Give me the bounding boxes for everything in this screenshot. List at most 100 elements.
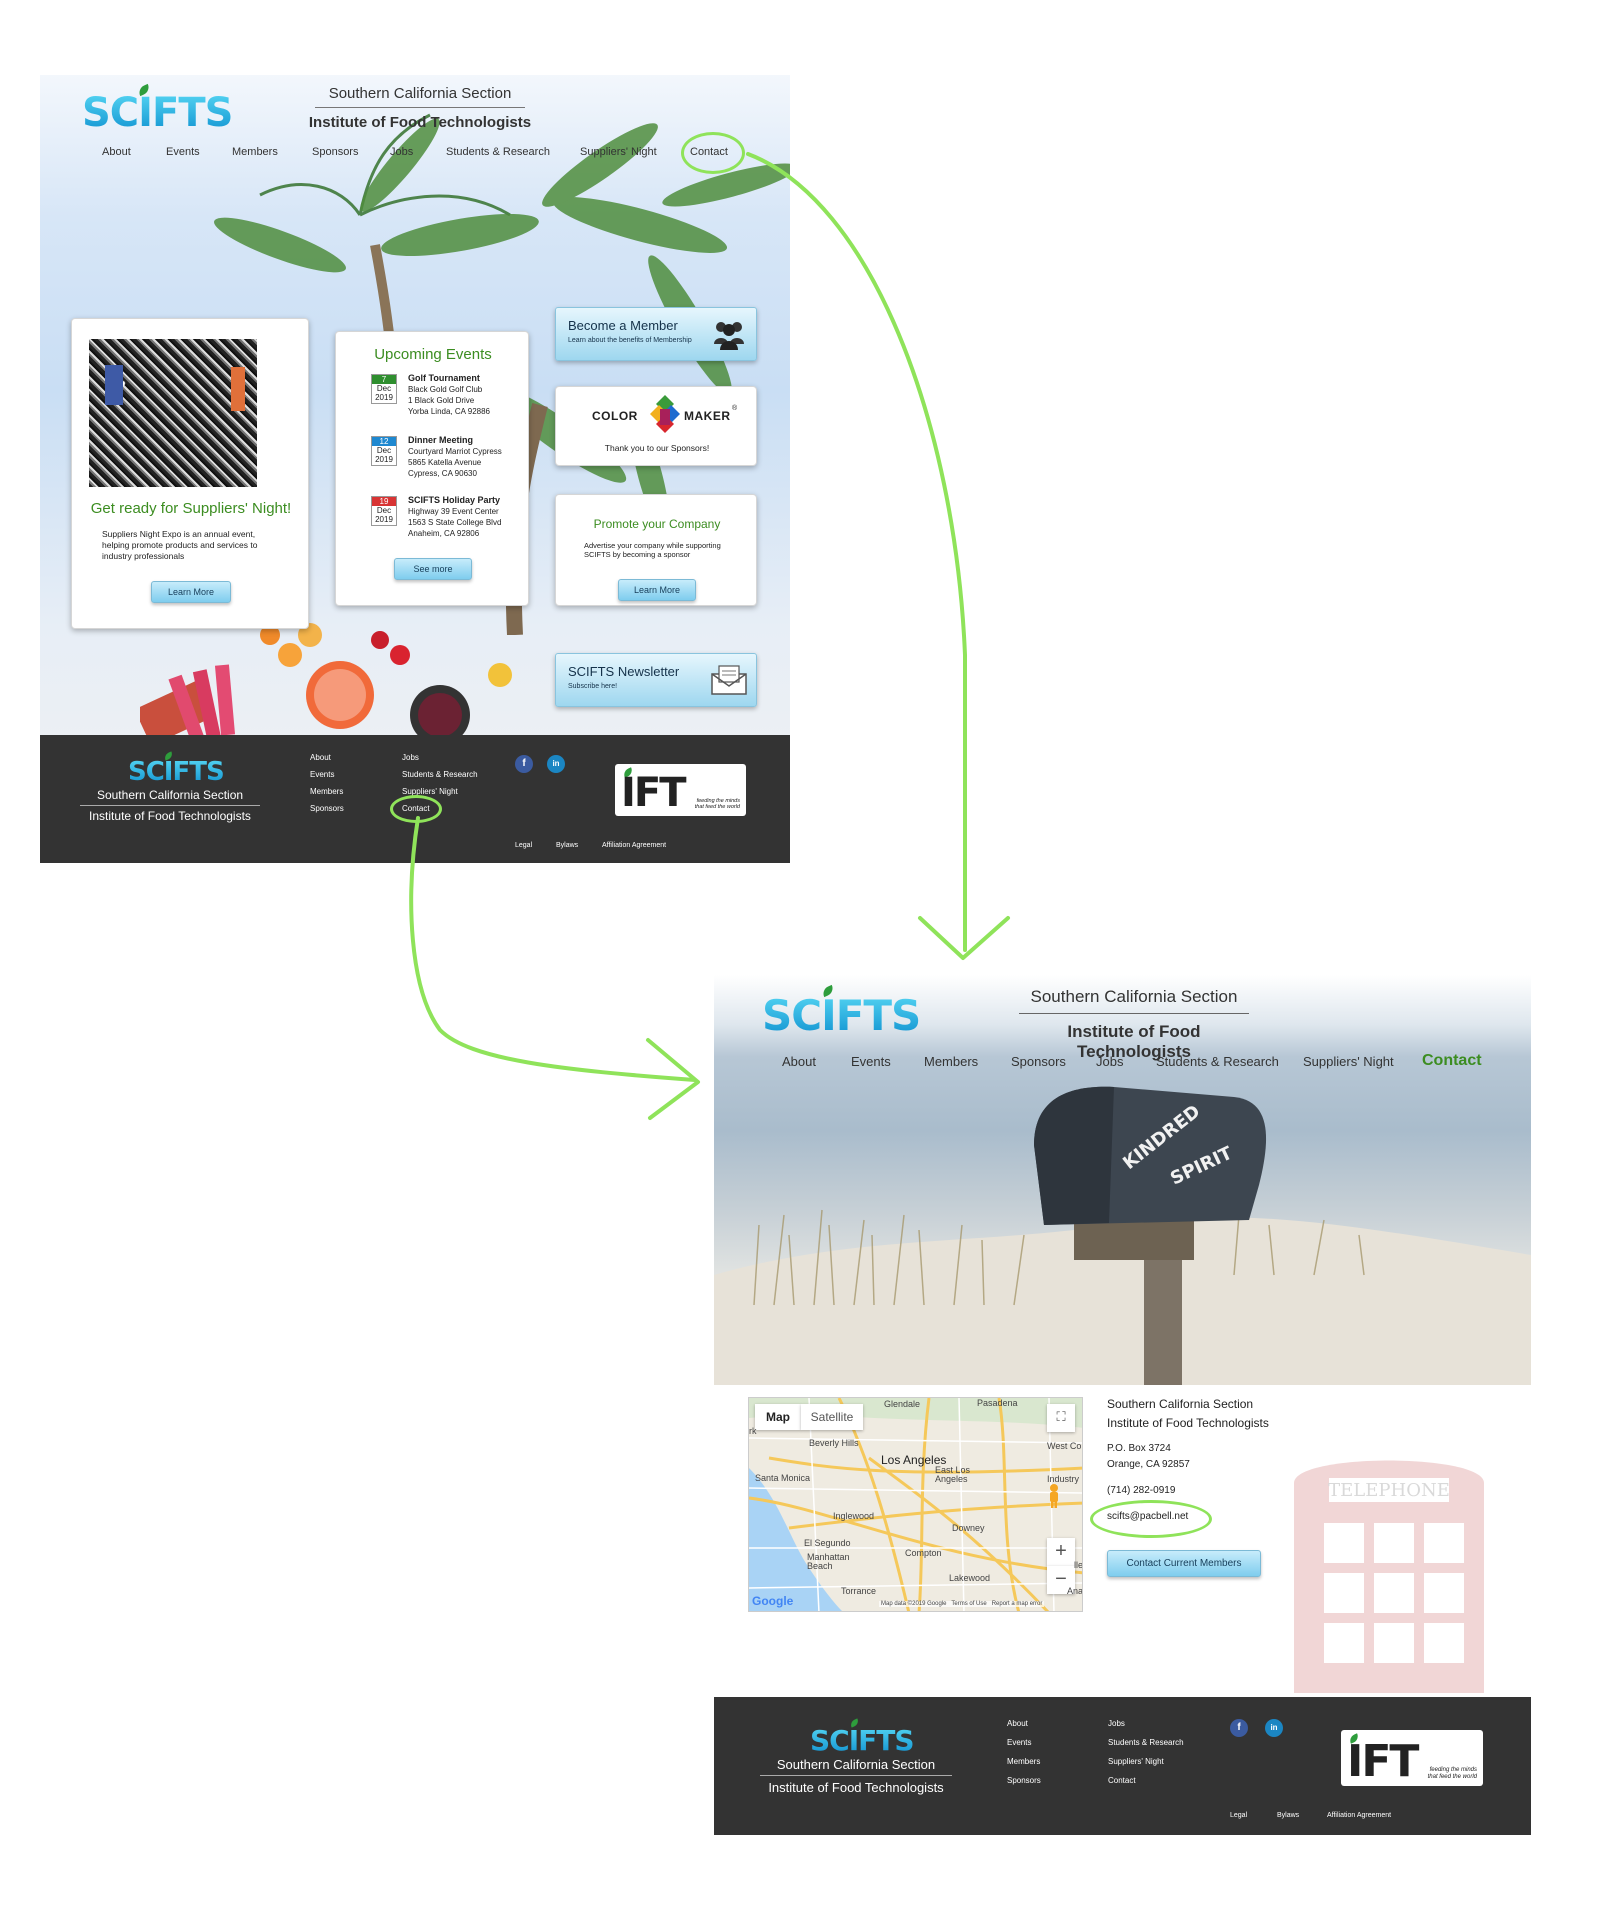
envelope-icon: [711, 665, 747, 695]
footer-link-events[interactable]: Events: [1007, 1738, 1031, 1747]
events-heading: Upcoming Events: [374, 346, 492, 363]
footer-section-name: Southern California Section: [80, 788, 260, 806]
footer-link-students-research[interactable]: Students & Research: [402, 770, 478, 779]
footer-link-jobs[interactable]: Jobs: [402, 753, 419, 762]
map-label: Lakewood: [949, 1573, 991, 1583]
facebook-icon[interactable]: f: [515, 755, 533, 773]
footer-bylaws-link[interactable]: Bylaws: [556, 842, 578, 849]
nav-about[interactable]: About: [102, 146, 131, 158]
become-member-button[interactable]: Become a Member Learn about the benefits…: [555, 307, 757, 361]
footer-link-sponsors[interactable]: Sponsors: [1007, 1776, 1041, 1785]
footer-link-events[interactable]: Events: [310, 770, 334, 779]
home-page-screenshot: SCIFTS Southern California Section Insti…: [40, 75, 790, 863]
nav-jobs[interactable]: Jobs: [390, 146, 413, 158]
suppliers-night-card: Get ready for Suppliers' Night! Supplier…: [71, 318, 309, 629]
contact-current-members-button[interactable]: Contact Current Members: [1107, 1550, 1261, 1577]
nav-students-research[interactable]: Students & Research: [446, 146, 550, 158]
colormaker-logo-right: MAKER: [684, 409, 731, 423]
map-label: West Co: [1047, 1441, 1082, 1451]
contact-hero: KINDRED SPIRIT SCIFTS Southern Californi…: [714, 975, 1531, 1385]
footer-link-students-research[interactable]: Students & Research: [1108, 1738, 1184, 1747]
footer-scifts-logo[interactable]: SCIFTS: [128, 751, 224, 787]
nav-members[interactable]: Members: [232, 146, 278, 158]
member-title: Become a Member: [568, 318, 678, 333]
nav-suppliers-night[interactable]: Suppliers' Night: [580, 146, 657, 158]
upcoming-events-card: Upcoming Events 7 Dec 2019 Golf Tourname…: [335, 331, 529, 606]
ift-logo[interactable]: IFT feeding the minds that feed the world: [615, 764, 746, 816]
ift-logo[interactable]: IFT feeding the minds that feed the world: [1341, 1730, 1483, 1787]
suppliers-learn-more-button[interactable]: Learn More: [151, 581, 231, 603]
footer-link-suppliers-night[interactable]: Suppliers' Night: [1108, 1757, 1164, 1766]
footer-legal-link[interactable]: Legal: [1230, 1812, 1247, 1819]
map-fullscreen-icon[interactable]: ⛶: [1047, 1404, 1075, 1432]
linkedin-icon[interactable]: in: [547, 755, 565, 773]
footer-link-jobs[interactable]: Jobs: [1108, 1719, 1125, 1728]
footer-link-sponsors[interactable]: Sponsors: [310, 804, 344, 813]
google-map[interactable]: Map Satellite ⛶ + − Glendale Pasadena Be…: [748, 1397, 1083, 1612]
footer-link-contact[interactable]: Contact: [1108, 1776, 1136, 1785]
contact-phone[interactable]: (714) 282-0919: [1107, 1483, 1327, 1499]
people-icon: [714, 322, 744, 350]
section-name: Southern California Section: [1019, 987, 1249, 1014]
nav-sponsors[interactable]: Sponsors: [1011, 1054, 1066, 1069]
map-label: rk: [749, 1426, 757, 1436]
footer-legal-link[interactable]: Legal: [515, 842, 532, 849]
colormaker-logo-left: COLOR: [592, 409, 638, 423]
map-label: Manhattan Beach: [807, 1552, 850, 1571]
map-label: Santa Monica: [755, 1473, 811, 1483]
facebook-icon[interactable]: f: [1230, 1719, 1248, 1737]
map-attribution[interactable]: Map data ©2019 Google Terms of Use Repor…: [879, 1601, 1045, 1607]
sponsor-card[interactable]: COLOR MAKER ® Thank you to our Sponsors!: [555, 386, 757, 466]
event-title: Dinner Meeting: [408, 435, 474, 445]
nav-members[interactable]: Members: [924, 1054, 978, 1069]
scifts-logo[interactable]: SCIFTS: [82, 83, 232, 136]
colormaker-logo-icon: [650, 395, 680, 433]
newsletter-subtitle: Subscribe here!: [568, 683, 618, 690]
footer-scifts-logo[interactable]: SCIFTS: [810, 1718, 914, 1757]
nav-sponsors[interactable]: Sponsors: [312, 146, 358, 158]
map-label: Ana: [1067, 1586, 1083, 1596]
map-label: Pasadena: [977, 1398, 1018, 1408]
map-tab-map[interactable]: Map: [755, 1404, 801, 1430]
contact-page-screenshot: KINDRED SPIRIT SCIFTS Southern Californi…: [714, 975, 1531, 1835]
map-tab-satellite[interactable]: Satellite: [801, 1404, 863, 1430]
footer-affiliation-link[interactable]: Affiliation Agreement: [602, 842, 666, 849]
map-zoom-in-button[interactable]: +: [1047, 1538, 1075, 1566]
map-label: El Segundo: [804, 1538, 851, 1548]
event-title: Golf Tournament: [408, 373, 480, 383]
footer-link-about[interactable]: About: [310, 753, 331, 762]
highlight-circle: [1090, 1500, 1212, 1538]
google-logo: Google: [752, 1594, 794, 1608]
events-see-more-button[interactable]: See more: [394, 558, 472, 580]
map-label: East Los Angeles: [935, 1465, 971, 1484]
newsletter-button[interactable]: SCIFTS Newsletter Subscribe here!: [555, 653, 757, 707]
footer-affiliation-link[interactable]: Affiliation Agreement: [1327, 1812, 1391, 1819]
nav-students-research[interactable]: Students & Research: [1156, 1054, 1279, 1069]
footer-link-members[interactable]: Members: [1007, 1757, 1040, 1766]
promote-learn-more-button[interactable]: Learn More: [618, 579, 696, 601]
linkedin-icon[interactable]: in: [1265, 1719, 1283, 1737]
map-label: Compton: [905, 1548, 942, 1558]
contact-section-name: Southern California Section: [1107, 1397, 1254, 1411]
footer-bylaws-link[interactable]: Bylaws: [1277, 1812, 1299, 1819]
map-label: lle: [1074, 1560, 1083, 1570]
event-title: SCIFTS Holiday Party: [408, 495, 501, 505]
fruit-image: [140, 623, 512, 735]
nav-suppliers-night[interactable]: Suppliers' Night: [1303, 1054, 1394, 1069]
ift-tagline: feeding the minds that feed the world: [1427, 1767, 1477, 1780]
pegman-icon[interactable]: [1045, 1483, 1063, 1509]
nav-contact[interactable]: Contact: [1422, 1052, 1482, 1070]
booth-sign-text: TELEPHONE: [1328, 1480, 1450, 1501]
map-label: Beverly Hills: [809, 1438, 859, 1448]
nav-events[interactable]: Events: [851, 1054, 891, 1069]
nav-jobs[interactable]: Jobs: [1096, 1054, 1123, 1069]
section-name: Southern California Section: [315, 85, 525, 108]
scifts-logo[interactable]: SCIFTS: [762, 984, 920, 1040]
expo-crowd-image: [89, 339, 257, 487]
footer-link-members[interactable]: Members: [310, 787, 343, 796]
nav-events[interactable]: Events: [166, 146, 200, 158]
footer-link-about[interactable]: About: [1007, 1719, 1028, 1728]
map-label: Inglewood: [833, 1511, 875, 1521]
nav-about[interactable]: About: [782, 1054, 816, 1069]
sponsor-caption: Thank you to our Sponsors!: [604, 443, 710, 453]
